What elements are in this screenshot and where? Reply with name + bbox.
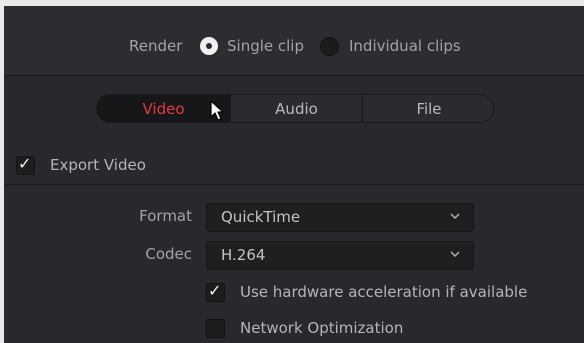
export-video-checkbox[interactable]: ✓ xyxy=(16,154,35,175)
format-label: Format xyxy=(139,207,192,225)
single-clip-label[interactable]: Single clip xyxy=(227,37,304,55)
hardware-acceleration-checkbox[interactable]: ✓ xyxy=(206,281,225,302)
network-optimization-label[interactable]: Network Optimization xyxy=(240,319,403,337)
checkmark-icon: ✓ xyxy=(208,281,222,300)
codec-label: Codec xyxy=(145,245,192,263)
hardware-acceleration-label[interactable]: Use hardware acceleration if available xyxy=(240,283,527,301)
export-video-label[interactable]: Export Video xyxy=(50,156,146,174)
codec-value: H.264 xyxy=(221,246,266,264)
chevron-down-icon xyxy=(450,251,460,258)
render-label: Render xyxy=(129,37,183,55)
checkmark-icon: ✓ xyxy=(18,154,32,173)
codec-select[interactable]: H.264 xyxy=(206,241,474,270)
tab-file[interactable]: File xyxy=(363,95,493,122)
format-value: QuickTime xyxy=(221,208,301,226)
single-clip-radio[interactable] xyxy=(200,37,218,55)
format-select[interactable]: QuickTime xyxy=(206,203,474,232)
mouse-cursor-icon xyxy=(210,100,224,121)
tab-audio[interactable]: Audio xyxy=(231,95,363,122)
chevron-down-icon xyxy=(450,213,460,220)
settings-tabs: Video Audio File xyxy=(96,94,494,123)
divider xyxy=(4,184,584,185)
render-settings-panel: Render Single clip Individual clips Vide… xyxy=(4,6,584,343)
network-optimization-checkbox[interactable] xyxy=(206,319,225,338)
render-mode-row: Render Single clip Individual clips xyxy=(4,6,584,76)
individual-clips-label[interactable]: Individual clips xyxy=(349,37,461,55)
individual-clips-radio[interactable] xyxy=(320,37,339,56)
